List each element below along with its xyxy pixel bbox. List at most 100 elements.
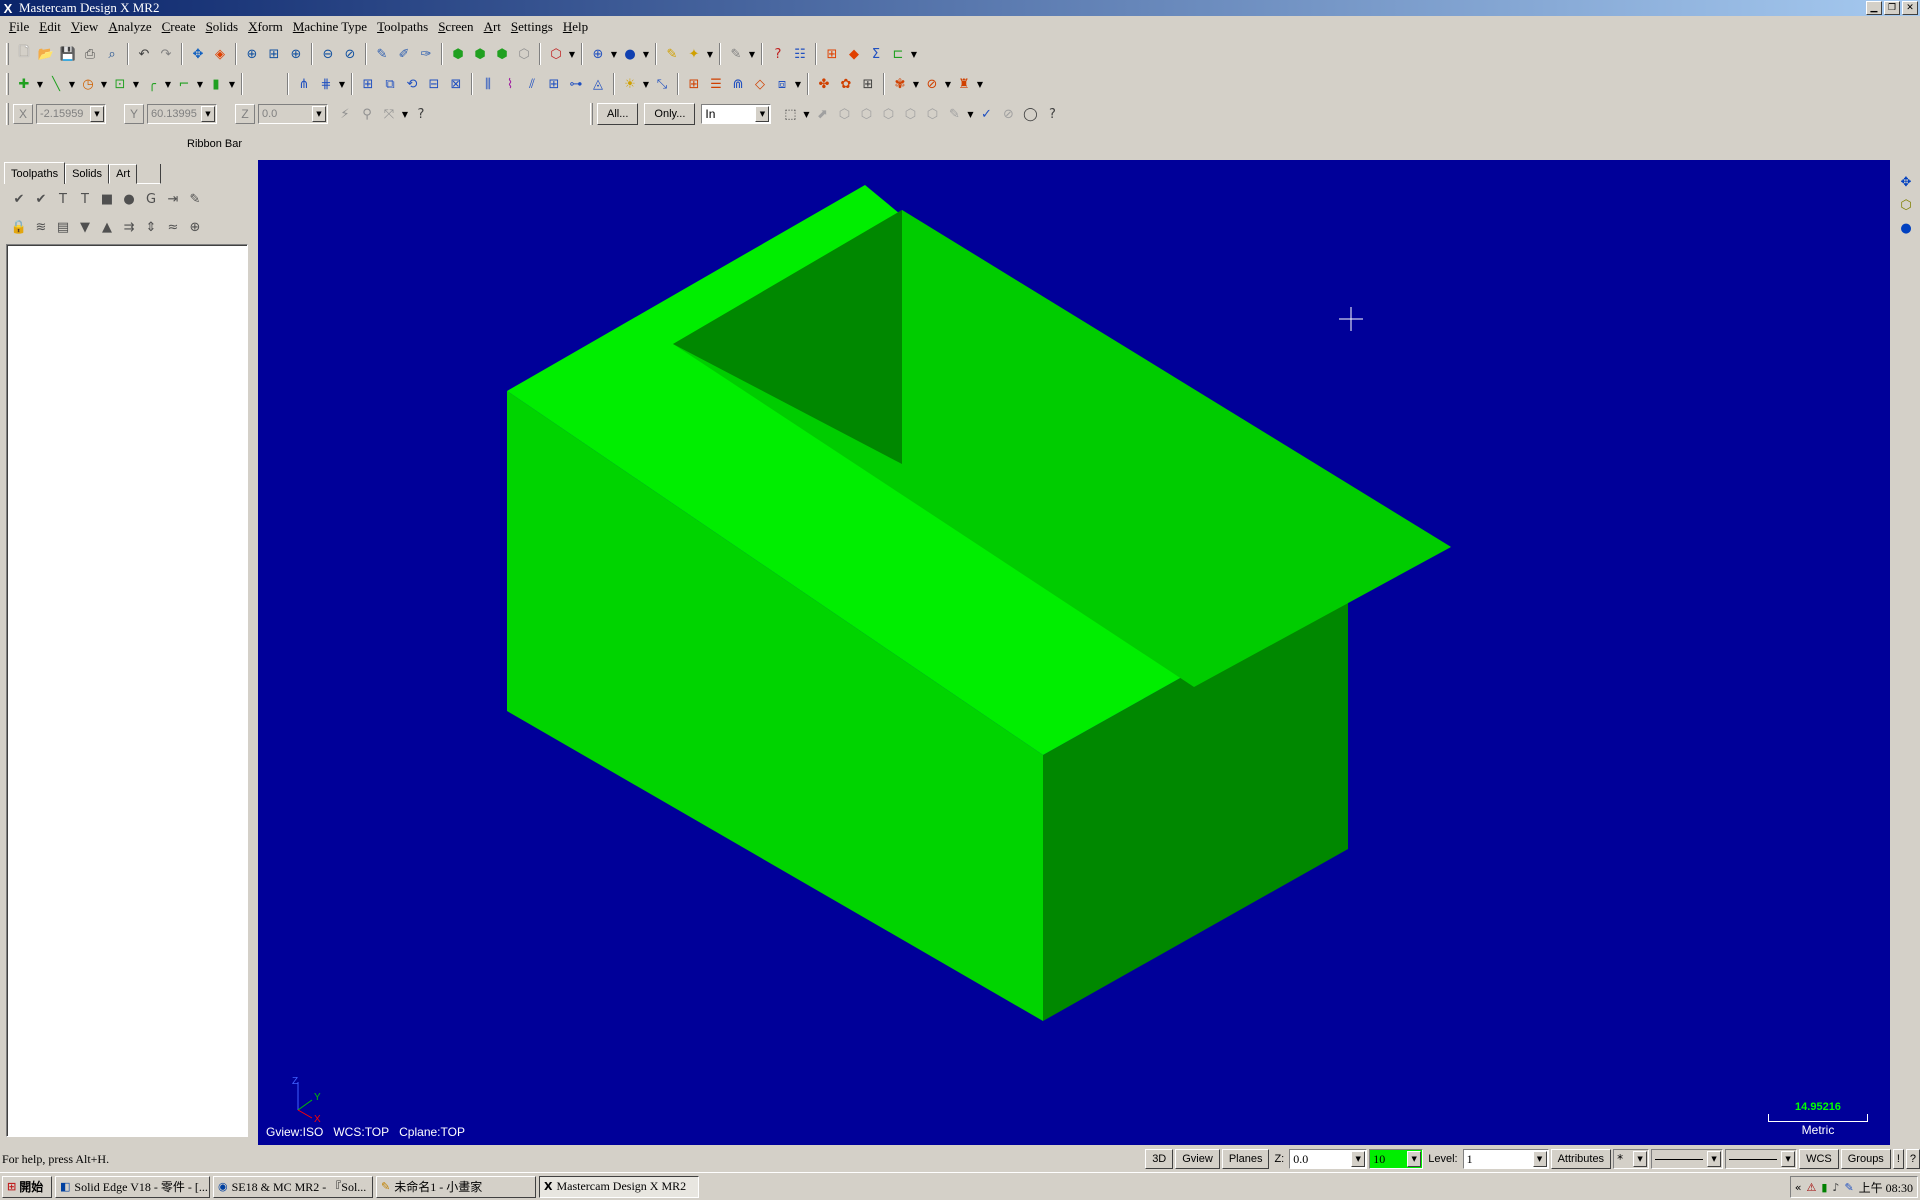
chevron-down-icon[interactable]: ▼ [131,80,141,89]
chevron-down-icon[interactable]: ▼ [567,50,577,59]
select-only-button[interactable]: Only... [644,103,696,125]
chevron-down-icon[interactable]: ▼ [195,80,205,89]
line-style-select[interactable]: ▼ [1651,1149,1724,1169]
select-area-icon[interactable]: ⬡ [899,103,921,125]
chevron-down-icon[interactable]: ▼ [1781,1151,1796,1167]
menu-screen[interactable]: Screen [433,19,478,35]
move-down-icon[interactable]: ▼ [74,216,96,238]
select-window-icon[interactable]: ⬡ [855,103,877,125]
stretch-icon[interactable]: ⌇ [499,73,521,95]
chevron-down-icon[interactable]: ▼ [99,80,109,89]
backplot-square-icon[interactable]: ■ [96,188,118,210]
task-browser[interactable]: ◉ SE18 & MC MR2 - 『Sol... [213,1175,373,1198]
point-style-select[interactable]: * ▼ [1613,1149,1650,1169]
chevron-down-icon[interactable]: ▼ [793,80,803,89]
clear-colors-icon[interactable]: ✑ [415,43,437,65]
groups-button[interactable]: Groups [1840,1149,1891,1169]
surface-grid-icon[interactable]: ⊞ [683,73,705,95]
minimize-button[interactable]: ▁ [1866,1,1882,15]
line-width-select[interactable]: ▼ [1725,1149,1798,1169]
chevron-down-icon[interactable]: ▼ [943,80,953,89]
wireframe-icon[interactable]: ⬡ [545,43,567,65]
open-file-icon[interactable]: 📂 [35,43,57,65]
info-button[interactable]: ! [1892,1149,1904,1169]
triangle-icon[interactable]: ◬ [587,73,609,95]
chevron-down-icon[interactable]: ▼ [337,80,347,89]
select-end-icon[interactable]: ◯ [1019,103,1041,125]
planes-gear-icon[interactable]: ✥ [1896,172,1916,192]
chevron-down-icon[interactable]: ▼ [1351,1151,1366,1167]
chevron-down-icon[interactable]: ▼ [705,50,715,59]
tab-art[interactable]: Art [109,164,138,184]
trim-icon[interactable]: ⋔ [293,73,315,95]
project-icon[interactable]: ⫼ [477,73,499,95]
task-mastercam[interactable]: X Mastercam Design X MR2 [539,1175,699,1198]
chevron-down-icon[interactable]: ▼ [965,110,975,119]
scale-icon[interactable]: ⊟ [423,73,445,95]
autocursor-icon[interactable]: ⚲ [356,103,378,125]
snap-icon[interactable]: ⤧ [378,103,400,125]
menu-machine-type[interactable]: Machine Type [288,19,372,35]
view-side-icon[interactable]: ⬢ [491,43,513,65]
mirror-icon[interactable]: ⧉ [379,73,401,95]
menu-file[interactable]: File [4,19,34,35]
surface-lines-icon[interactable]: ☰ [705,73,727,95]
selection-mode-select[interactable]: In ▼ [701,104,772,124]
surface-box-icon[interactable]: ⧈ [771,73,793,95]
undo-icon[interactable]: ↶ [133,43,155,65]
move-up-icon[interactable]: ▲ [96,216,118,238]
delete-icon[interactable]: ✎ [725,43,747,65]
machine-icon[interactable]: ⊞ [821,43,843,65]
sum-icon[interactable]: Σ [865,43,887,65]
select-verify-icon[interactable]: ✓ [975,103,997,125]
new-file-icon[interactable]: 🗋 [13,43,35,65]
repaint-icon[interactable]: ✎ [371,43,393,65]
print-icon[interactable]: ⎙ [79,43,101,65]
solid-boolean-icon[interactable]: ✾ [889,73,911,95]
fast-point-icon[interactable]: ⚡ [334,103,356,125]
menu-analyze[interactable]: Analyze [103,19,156,35]
help-icon[interactable]: ? [1041,103,1063,125]
surface-arch-icon[interactable]: ⋒ [727,73,749,95]
select-cursor-icon[interactable]: ⬈ [811,103,833,125]
chevron-down-icon[interactable]: ▼ [312,106,326,122]
chevron-down-icon[interactable]: ▼ [801,110,811,119]
chevron-down-icon[interactable]: ▼ [163,80,173,89]
create-line-icon[interactable]: ╲ [45,73,67,95]
select-dirty-operations-icon[interactable]: ✔ [30,188,52,210]
chevron-down-icon[interactable]: ▼ [67,80,77,89]
chevron-down-icon[interactable]: ▼ [909,50,919,59]
menu-art[interactable]: Art [479,19,506,35]
help-button[interactable]: ? [1905,1149,1920,1169]
chevron-down-icon[interactable]: ▼ [227,80,237,89]
post-icon[interactable]: ⊏ [887,43,909,65]
select-all-operations-icon[interactable]: ✔ [8,188,30,210]
regen-icon[interactable]: ✐ [393,43,415,65]
task-paint[interactable]: ✎ 未命名1 - 小畫家 [376,1175,536,1198]
level-field[interactable]: 1 ▼ [1462,1149,1549,1169]
high-feed-icon[interactable]: ✎ [184,188,206,210]
create-solid-icon[interactable]: ▮ [205,73,227,95]
shade-toggle-icon[interactable]: ◈ [209,43,231,65]
cube-view-icon[interactable]: ⬡ [1896,195,1916,215]
single-operation-icon[interactable]: ≈ [162,216,184,238]
tray-expand-icon[interactable]: « [1795,1181,1802,1194]
create-rectangle-icon[interactable]: ⊡ [109,73,131,95]
pen-icon[interactable]: ✎ [1844,1181,1853,1194]
unzoom-icon[interactable]: ⊘ [339,43,361,65]
z-coordinate-label[interactable]: Z [235,104,255,124]
clock[interactable]: 上午 08:30 [1859,1179,1913,1196]
planes-icon[interactable]: ⊕ [587,43,609,65]
tab-solids[interactable]: Solids [65,164,110,184]
chevron-down-icon[interactable]: ▼ [1407,1151,1422,1167]
surface-edit-icon[interactable]: ◇ [749,73,771,95]
light-icon[interactable]: ☀ [619,73,641,95]
help-icon[interactable]: ? [410,103,432,125]
break-icon[interactable]: ⋕ [315,73,337,95]
solid-extrude-icon[interactable]: ✤ [813,73,835,95]
save-icon[interactable]: 💾 [57,43,79,65]
machine-tool-icon[interactable]: ♜ [953,73,975,95]
chevron-down-icon[interactable]: ▼ [35,80,45,89]
create-point-icon[interactable]: ✚ [13,73,35,95]
chevron-down-icon[interactable]: ▼ [1532,1151,1547,1167]
